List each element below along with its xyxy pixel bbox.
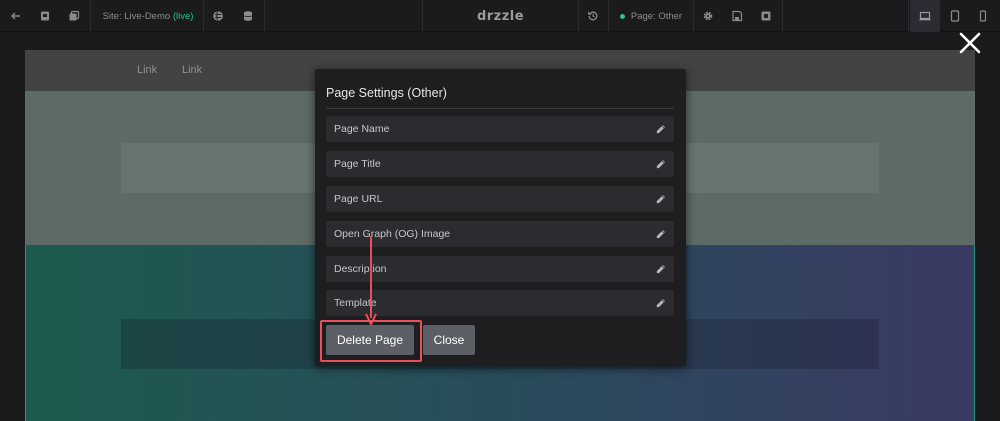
pencil-icon[interactable] xyxy=(655,159,666,170)
page-settings-modal: Page Settings (Other) Page Name Page Tit… xyxy=(315,69,686,366)
pencil-icon[interactable] xyxy=(655,229,666,240)
database-icon[interactable] xyxy=(236,0,260,32)
close-icon[interactable] xyxy=(957,30,983,56)
tablet-icon[interactable] xyxy=(942,0,968,32)
field-page-title[interactable]: Page Title xyxy=(326,151,674,177)
back-arrow-icon[interactable] xyxy=(4,0,28,32)
field-label: Page URL xyxy=(334,193,383,205)
field-label: Page Title xyxy=(334,158,381,170)
pencil-icon[interactable] xyxy=(655,194,666,205)
copy-page-icon[interactable] xyxy=(33,0,57,32)
site-indicator: Site: Live-Demo (live) xyxy=(94,0,202,32)
stop-icon[interactable] xyxy=(754,0,778,32)
page-label: Page: Other xyxy=(630,10,683,22)
close-button[interactable]: Close xyxy=(423,325,475,355)
pencil-icon[interactable] xyxy=(655,124,666,135)
app-logo: drzzle xyxy=(476,8,525,24)
gear-icon[interactable] xyxy=(696,0,720,32)
preview-nav-link[interactable]: Link xyxy=(182,64,202,76)
preview-nav-link[interactable]: Link xyxy=(137,64,157,76)
save-icon[interactable] xyxy=(725,0,749,32)
logo: drzzle xyxy=(423,0,578,32)
field-og-image[interactable]: Open Graph (OG) Image xyxy=(326,221,674,247)
field-label: Page Name xyxy=(334,123,390,135)
pencil-icon[interactable] xyxy=(655,298,666,309)
site-label: Site: Live-Demo (live) xyxy=(102,10,194,22)
field-label: Template xyxy=(334,297,377,309)
field-page-name[interactable]: Page Name xyxy=(326,116,674,142)
field-page-url[interactable]: Page URL xyxy=(326,186,674,212)
desktop-icon[interactable] xyxy=(910,0,940,32)
delete-page-button[interactable]: Delete Page xyxy=(326,325,414,355)
history-icon[interactable] xyxy=(581,0,605,32)
field-template[interactable]: Template xyxy=(326,290,674,316)
mobile-icon[interactable] xyxy=(970,0,996,32)
page-selector[interactable]: Page: Other xyxy=(610,0,692,32)
globe-icon[interactable] xyxy=(206,0,230,32)
pencil-icon[interactable] xyxy=(655,264,666,275)
top-toolbar: Site: Live-Demo (live) drzzle Page: Othe… xyxy=(0,0,1000,32)
field-label: Open Graph (OG) Image xyxy=(334,228,451,240)
page-status-dot xyxy=(619,13,625,19)
modal-title: Page Settings (Other) xyxy=(326,86,447,100)
duplicate-icon[interactable] xyxy=(62,0,86,32)
modal-divider xyxy=(326,108,674,109)
site-status: (live) xyxy=(172,10,194,22)
field-description[interactable]: Description xyxy=(326,256,674,282)
field-label: Description xyxy=(334,263,387,275)
